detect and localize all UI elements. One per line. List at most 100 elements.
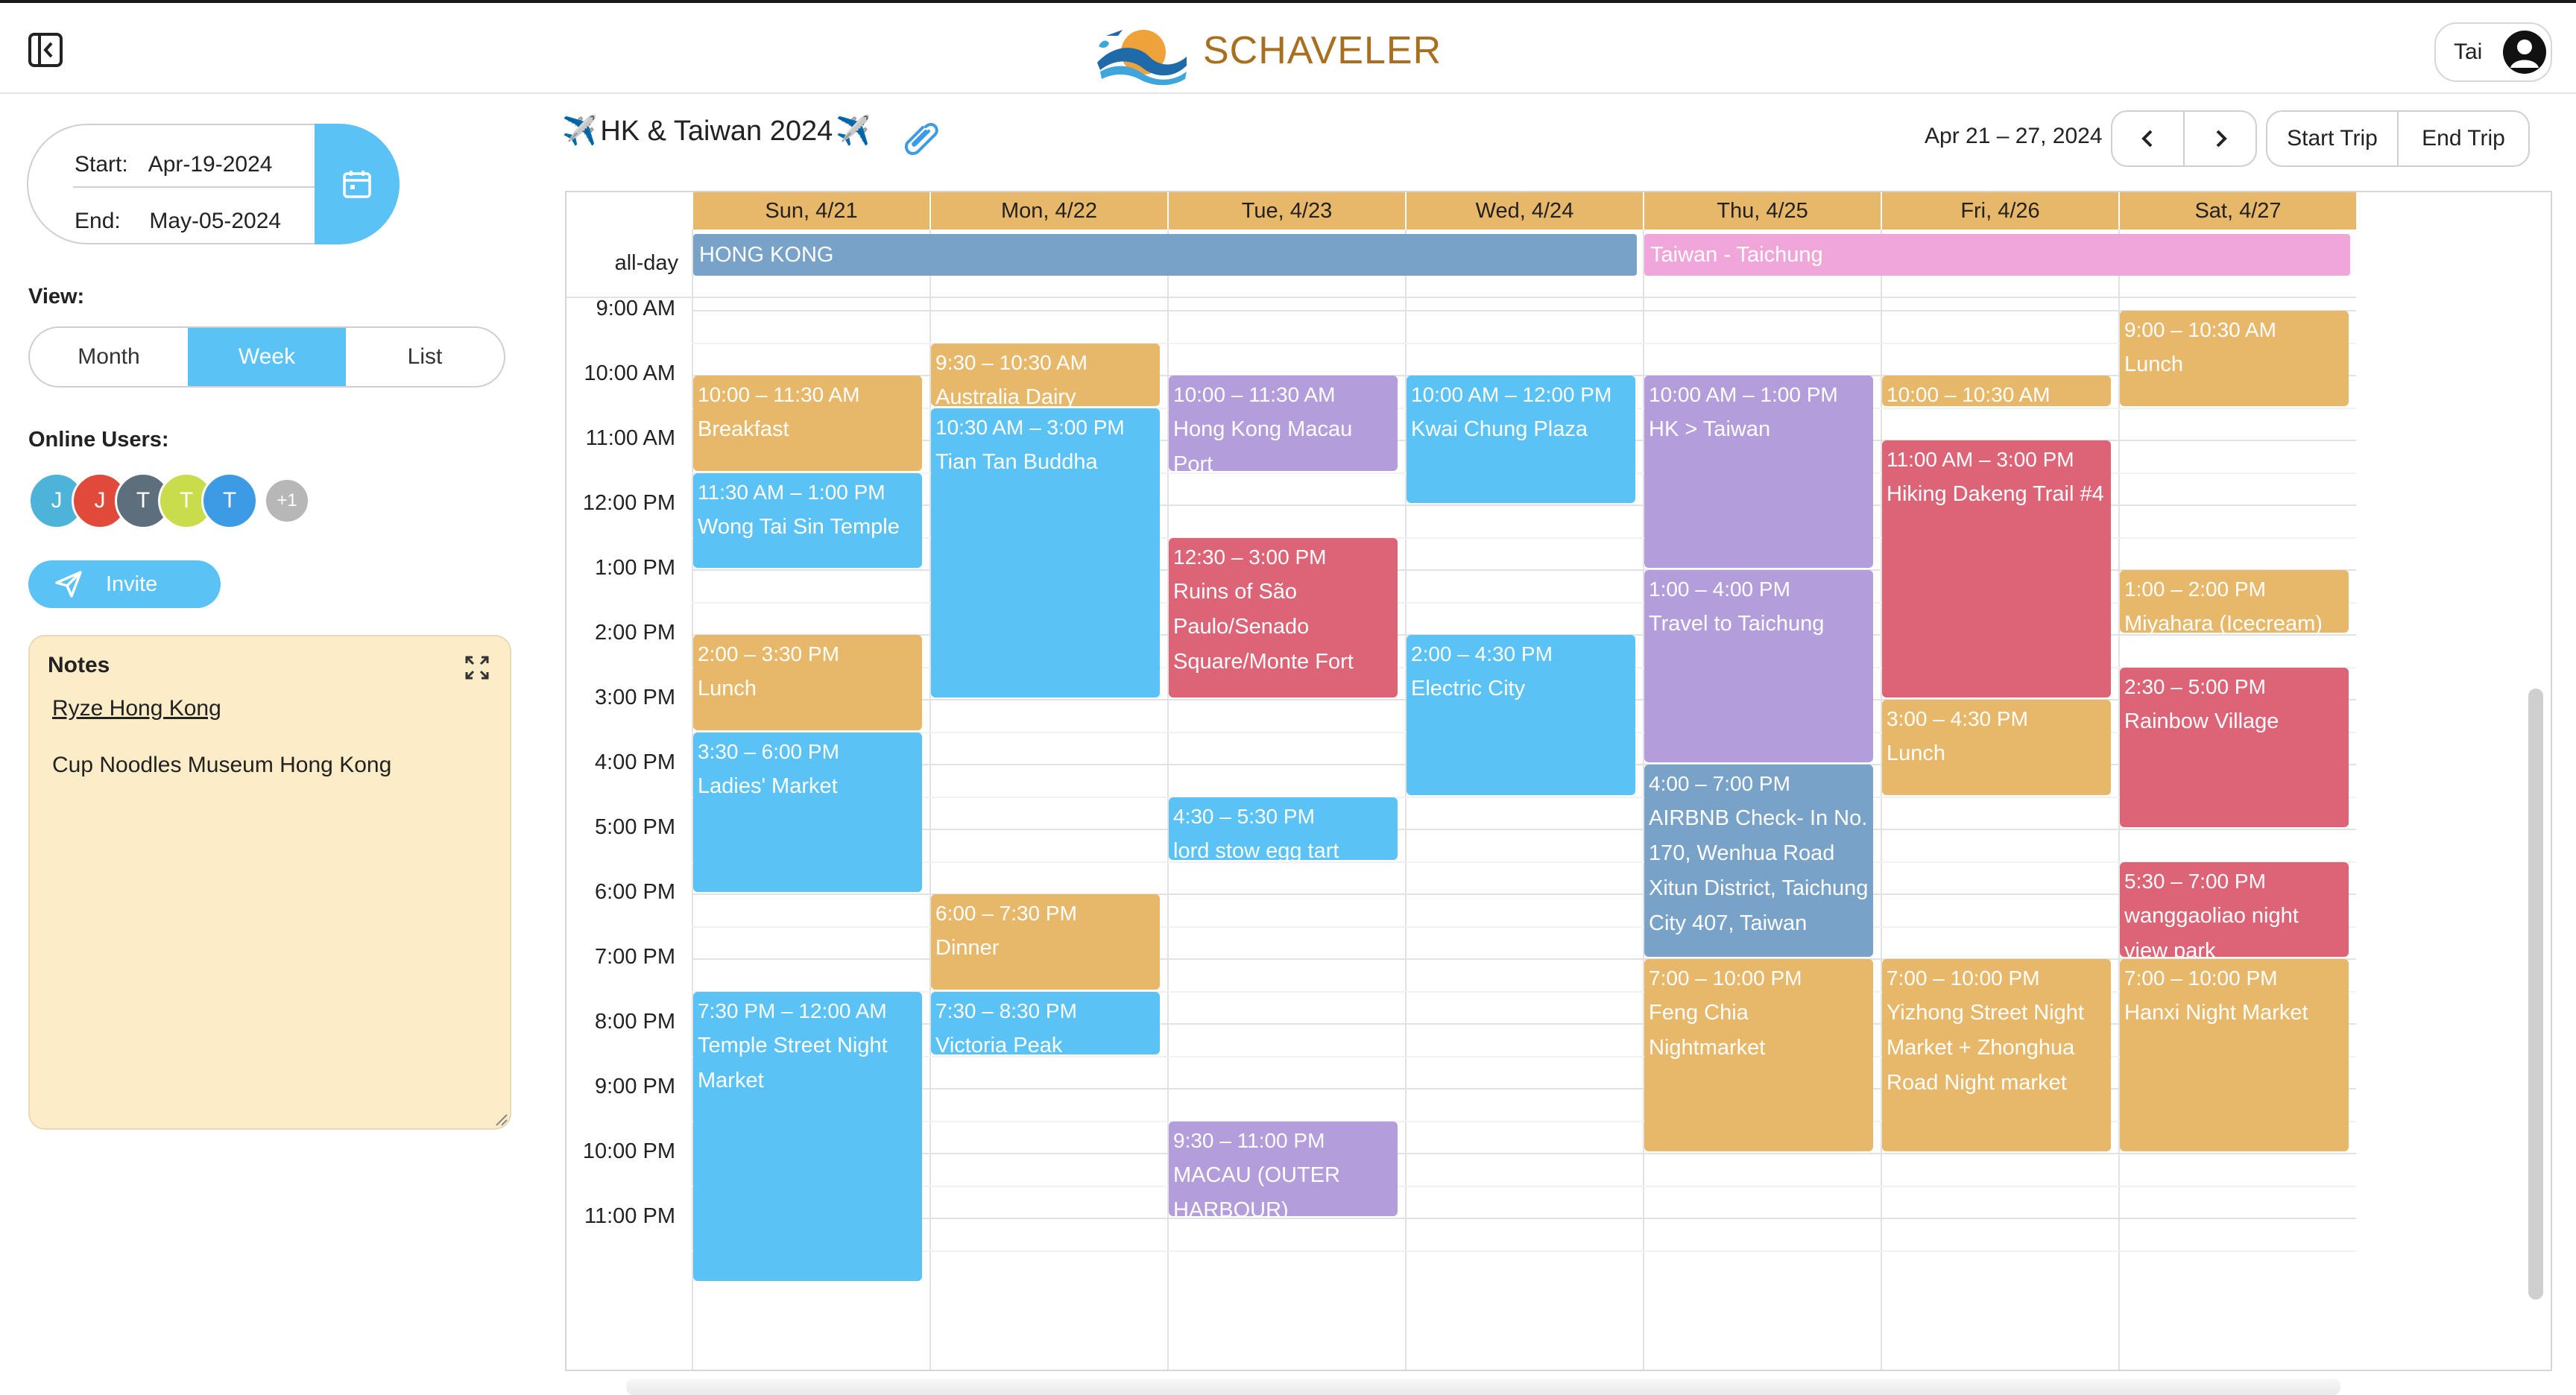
event-time: 1:00 – 2:00 PM [2124, 578, 2266, 601]
allday-event[interactable]: HONG KONG [693, 234, 1637, 276]
calendar-event[interactable]: 10:00 – 11:30 AM Hong Kong Macau Port [1169, 376, 1398, 471]
event-time: 2:00 – 4:30 PM [1411, 642, 1553, 665]
day-header[interactable]: Tue, 4/23 [1167, 192, 1405, 230]
event-time: 2:30 – 5:00 PM [2124, 674, 2266, 698]
calendar-event[interactable]: 4:30 – 5:30 PM lord stow egg tart [1169, 797, 1398, 860]
calendar-event[interactable]: 3:00 – 4:30 PM Lunch [1882, 700, 2111, 795]
view-month-button[interactable]: Month [30, 328, 188, 386]
event-title: Lunch [2124, 352, 2184, 376]
event-time: 3:00 – 4:30 PM [1887, 707, 2028, 730]
event-title: Hanxi Night Market [2124, 1001, 2308, 1025]
event-title: Travel to Taichung [1649, 612, 1825, 636]
date-divider [73, 186, 319, 188]
start-date-row: Start: Apr-19-2024 [75, 152, 272, 177]
expand-icon[interactable] [462, 653, 492, 683]
event-time: 11:00 AM – 3:00 PM [1887, 448, 2074, 471]
calendar-scrollbar[interactable] [2528, 689, 2543, 1300]
event-title: Hong Kong Macau Port [1173, 417, 1353, 471]
event-title: Ladies' Market [698, 774, 838, 798]
event-title: Temple Street Night Market [698, 1033, 888, 1092]
calendar-event[interactable]: 7:30 – 8:30 PM Victoria Peak [931, 991, 1160, 1054]
hour-gridline [692, 829, 2356, 830]
calendar-event[interactable]: 9:30 – 11:00 PM MACAU (OUTER HARBOUR) [1169, 1121, 1398, 1216]
event-time: 5:30 – 7:00 PM [2124, 869, 2266, 893]
calendar-event[interactable]: 6:00 – 7:30 PM Dinner [931, 894, 1160, 990]
logo-mark-icon [1097, 30, 1187, 86]
calendar-event[interactable]: 7:00 – 10:00 PM Hanxi Night Market [2120, 959, 2349, 1151]
allday-divider [566, 297, 2356, 298]
notes-text: Cup Noodles Museum Hong Kong [52, 753, 392, 777]
event-title: Breakfast [698, 417, 789, 441]
online-user-avatar[interactable]: T [201, 472, 258, 529]
invite-button[interactable]: Invite [28, 560, 221, 608]
time-label: 9:00 PM [595, 1075, 675, 1098]
notes-panel[interactable]: Notes Ryze Hong Kong Cup Noodles Museum … [28, 635, 511, 1130]
user-avatar-icon [2503, 31, 2547, 74]
time-label: 9:00 AM [596, 297, 675, 320]
day-header[interactable]: Sun, 4/21 [692, 192, 929, 230]
resize-grip-icon[interactable] [493, 1112, 508, 1127]
brand-logo[interactable]: SCHAVELER [1093, 12, 1442, 89]
calendar-event[interactable]: 10:00 – 11:30 AM Breakfast [693, 376, 922, 471]
calendar-event[interactable]: 7:30 PM – 12:00 AM Temple Street Night Ma… [693, 991, 922, 1281]
more-users-badge[interactable]: +1 [264, 478, 310, 524]
calendar-event[interactable]: 1:00 – 2:00 PM Miyahara (Icecream) [2120, 570, 2349, 633]
view-week-button[interactable]: Week [188, 328, 346, 386]
calendar-event[interactable]: 11:00 AM – 3:00 PM Hiking Dakeng Trail #4 [1882, 440, 2111, 698]
notes-link[interactable]: Ryze Hong Kong [52, 696, 221, 721]
calendar-event[interactable]: 10:00 – 10:30 AM [1882, 376, 2111, 406]
chevron-left-icon [2141, 130, 2152, 148]
calendar-event[interactable]: 7:00 – 10:00 PM Feng Chia Nightmarket [1644, 959, 1873, 1151]
event-time: 9:30 – 11:00 PM [1173, 1128, 1325, 1152]
view-list-button[interactable]: List [346, 328, 504, 386]
calendar-event[interactable]: 5:30 – 7:00 PM wanggaoliao night view par… [2120, 861, 2349, 958]
calendar-event[interactable]: 2:00 – 4:30 PM Electric City [1407, 635, 1635, 795]
calendar-event[interactable]: 9:00 – 10:30 AM Lunch [2120, 311, 2349, 406]
calendar-event[interactable]: 10:00 AM – 12:00 PM Kwai Chung Plaza [1407, 376, 1635, 503]
calendar-event[interactable]: 2:30 – 5:00 PM Rainbow Village [2120, 667, 2349, 827]
bottom-edge [626, 1379, 2340, 1395]
calendar-event[interactable]: 10:30 AM – 3:00 PM Tian Tan Buddha [931, 408, 1160, 698]
event-title: Miyahara (Icecream) [2124, 612, 2323, 633]
start-date-label: Start: [75, 152, 128, 177]
half-hour-gridline [692, 1250, 2356, 1252]
event-title: Dinner [935, 936, 1000, 960]
event-title: Hiking Dakeng Trail #4 [1887, 482, 2104, 506]
calendar-event[interactable]: 4:00 – 7:00 PM AIRBNB Check- In No. 170, … [1644, 765, 1873, 957]
day-header[interactable]: Fri, 4/26 [1881, 192, 2118, 230]
sidebar-collapse-icon[interactable] [27, 31, 64, 69]
user-menu-button[interactable]: Tai [2434, 22, 2552, 82]
calendar-event[interactable]: 3:30 – 6:00 PM Ladies' Market [693, 732, 922, 892]
calendar-event[interactable]: 10:00 AM – 1:00 PM HK > Taiwan [1644, 376, 1873, 568]
day-header[interactable]: Mon, 4/22 [929, 192, 1167, 230]
calendar-event[interactable]: 12:30 – 3:00 PM Ruins of São Paulo/Senado… [1169, 537, 1398, 698]
event-title: Ruins of São Paulo/Senado Square/Monte F… [1173, 579, 1354, 674]
calendar-event[interactable]: 7:00 – 10:00 PM Yizhong Street Night Mark… [1882, 959, 2111, 1151]
view-label: View: [28, 285, 85, 309]
calendar-event[interactable]: 11:30 AM – 1:00 PM Wong Tai Sin Temple [693, 472, 922, 568]
time-label: 8:00 PM [595, 1010, 675, 1034]
event-title: wanggaoliao night view park [2124, 903, 2299, 958]
end-date-row: End: May-05-2024 [75, 209, 281, 234]
day-header[interactable]: Thu, 4/25 [1643, 192, 1881, 230]
half-hour-gridline [692, 861, 2356, 863]
calendar-event[interactable]: 1:00 – 4:00 PM Travel to Taichung [1644, 570, 1873, 762]
allday-event[interactable]: Taiwan - Taichung [1644, 234, 2350, 276]
time-label: 2:00 PM [595, 621, 675, 645]
edit-title-icon[interactable] [903, 121, 939, 156]
previous-week-button[interactable] [2112, 112, 2183, 165]
calendar-event[interactable]: 2:00 – 3:30 PM Lunch [693, 635, 922, 730]
date-picker-button[interactable] [315, 124, 400, 244]
time-label: 10:00 AM [584, 361, 675, 385]
next-week-button[interactable] [2183, 112, 2255, 165]
event-time: 7:00 – 10:00 PM [1887, 967, 2040, 990]
day-header[interactable]: Sat, 4/27 [2118, 192, 2356, 230]
time-label: 7:00 PM [595, 945, 675, 969]
calendar-event[interactable]: 9:30 – 10:30 AM Australia Dairy [931, 343, 1160, 406]
event-title: Feng Chia Nightmarket [1649, 1001, 1766, 1060]
chevron-right-icon [2216, 130, 2227, 148]
end-trip-button[interactable]: End Trip [2397, 112, 2528, 165]
day-header[interactable]: Wed, 4/24 [1405, 192, 1643, 230]
event-time: 4:00 – 7:00 PM [1649, 772, 1790, 795]
start-trip-button[interactable]: Start Trip [2267, 112, 2397, 165]
